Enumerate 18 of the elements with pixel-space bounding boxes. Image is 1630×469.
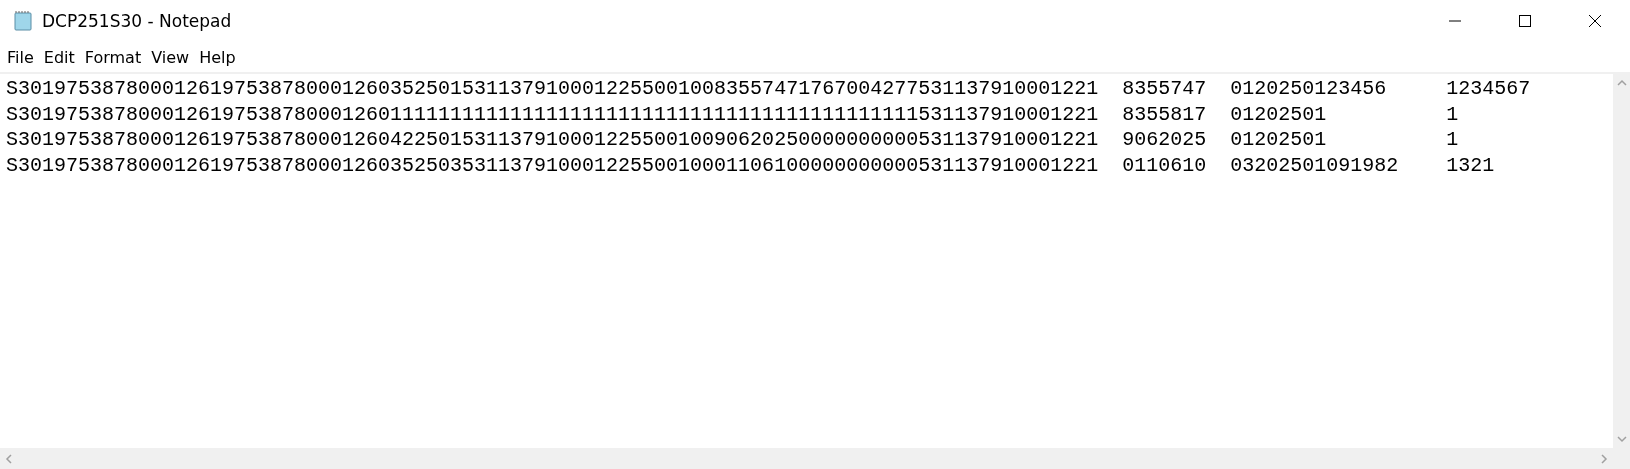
window-title: DCP251S30 - Notepad (42, 11, 233, 31)
text-line: S301975387800012619753878000126035250153113791000122550010083557471767004277531137910001221 8355747 0120250123456 1234567 (6, 76, 1532, 102)
notepad-icon (12, 10, 34, 32)
text-line: S301975387800012619753878000126042250153113791000122550010090620250000000000531137910001221 9062025 01202501 1 (6, 127, 1460, 153)
scroll-right-icon[interactable] (1599, 453, 1609, 464)
scroll-up-icon[interactable] (1616, 78, 1627, 88)
menu-item[interactable]: Help (194, 47, 241, 67)
menu-item[interactable]: File (2, 47, 39, 67)
scroll-down-icon[interactable] (1616, 434, 1627, 444)
text-line: S301975387800012619753878000126011111111111111111111111111111111111111111111531137910001221 8355817 01202501 1 (6, 101, 1460, 127)
menu-item[interactable]: Format (79, 47, 147, 67)
menu-item[interactable]: Edit (38, 47, 80, 67)
maximize-icon (1517, 13, 1533, 29)
minimize-icon (1448, 20, 1462, 22)
scroll-left-icon[interactable] (4, 453, 14, 464)
menu-item[interactable]: View (146, 47, 195, 67)
text-line: S301975387800012619753878000126035250353113791000122550010001106100000000000531137910001221 0110610 03202501091982 1321 (6, 152, 1496, 178)
close-icon (1587, 13, 1603, 29)
